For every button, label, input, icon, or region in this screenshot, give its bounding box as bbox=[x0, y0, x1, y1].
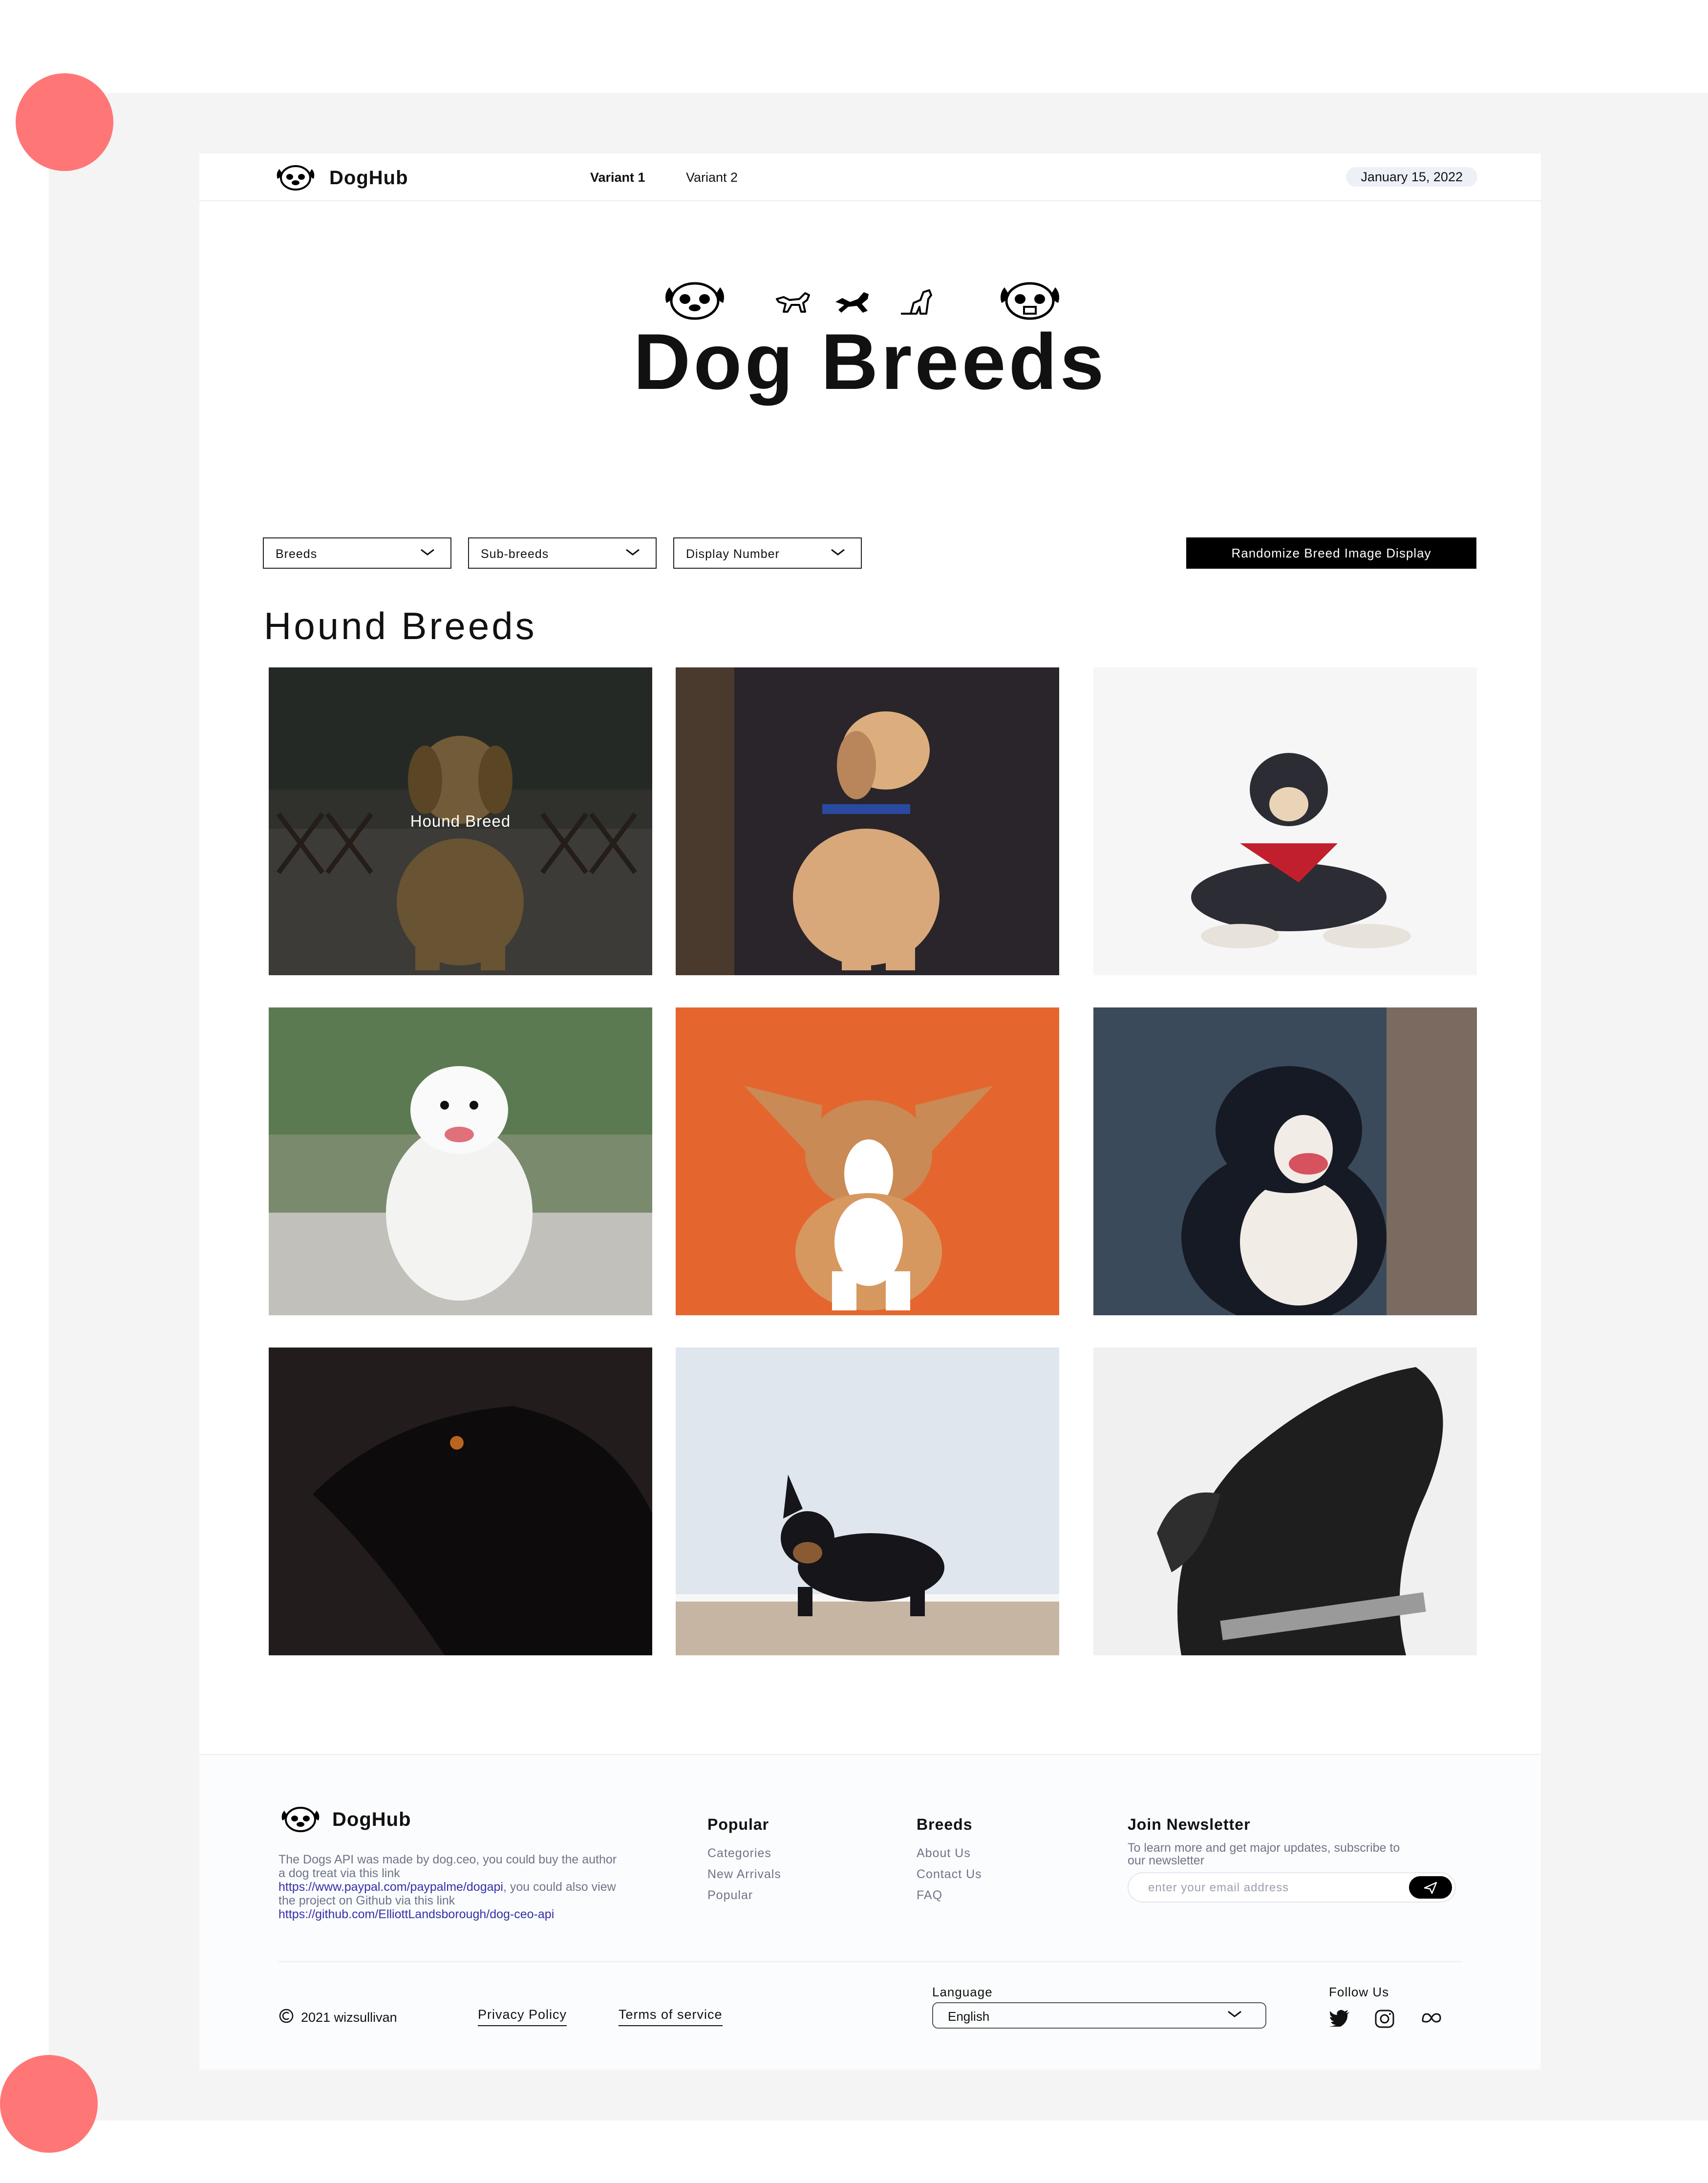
dog-photo-bandana-dog[interactable] bbox=[1093, 667, 1477, 975]
display-number-dropdown[interactable]: Display Number bbox=[673, 537, 862, 569]
language-label: Language bbox=[932, 1985, 993, 1999]
page-frame: DogHub Variant 1 Variant 2 January 15, 2… bbox=[199, 153, 1541, 2070]
github-link[interactable]: https://github.com/ElliottLandsborough/d… bbox=[278, 1907, 554, 1921]
newsletter-text: To learn more and get major updates, sub… bbox=[1128, 1841, 1400, 1867]
dog-photo-lab-puppy[interactable] bbox=[676, 667, 1059, 975]
footer-link-categories[interactable]: Categories bbox=[707, 1846, 781, 1861]
footer-breeds-column: Breeds About Us Contact Us FAQ bbox=[917, 1816, 982, 1909]
follow-us-label: Follow Us bbox=[1329, 1985, 1389, 1999]
dog-photo-corgi-puppy[interactable] bbox=[676, 1007, 1059, 1315]
sub-breeds-dropdown-label: Sub-breeds bbox=[481, 547, 549, 561]
twitter-icon[interactable] bbox=[1329, 2009, 1350, 2029]
newsletter-heading: Join Newsletter bbox=[1128, 1816, 1251, 1833]
chevron-down-icon bbox=[1226, 2008, 1243, 2023]
send-icon bbox=[1424, 1882, 1437, 1894]
meta-icon[interactable] bbox=[1421, 2009, 1442, 2029]
footer-link-faq[interactable]: FAQ bbox=[917, 1888, 982, 1903]
chevron-down-icon bbox=[419, 546, 436, 561]
page-title: Dog Breeds bbox=[633, 318, 1107, 406]
breeds-dropdown-label: Breeds bbox=[276, 547, 318, 561]
dog-photo-golden-puppy[interactable]: Hound Breed bbox=[269, 667, 652, 975]
decorative-circle bbox=[16, 73, 113, 171]
breeds-dropdown[interactable]: Breeds bbox=[263, 537, 451, 569]
sub-breeds-dropdown[interactable]: Sub-breeds bbox=[468, 537, 657, 569]
pug-face-icon bbox=[274, 162, 318, 194]
language-select[interactable]: English bbox=[932, 2002, 1266, 2029]
sitting-dog-icon bbox=[896, 285, 935, 319]
pug-face-icon bbox=[278, 1804, 322, 1836]
pug-face-icon bbox=[661, 278, 729, 324]
copyright-icon bbox=[278, 2008, 294, 2027]
top-nav-bar: DogHub Variant 1 Variant 2 January 15, 2… bbox=[199, 153, 1541, 201]
photo-hover-caption: Hound Breed bbox=[410, 812, 511, 830]
newsletter-send-button[interactable] bbox=[1409, 1876, 1452, 1899]
terms-of-service-link[interactable]: Terms of service bbox=[619, 2007, 723, 2026]
instagram-icon[interactable] bbox=[1374, 2009, 1395, 2031]
privacy-policy-link[interactable]: Privacy Policy bbox=[478, 2007, 567, 2026]
dog-photo-border-collie[interactable] bbox=[1093, 1007, 1477, 1315]
language-value: English bbox=[948, 2009, 990, 2024]
newsletter-email-input[interactable]: enter your email address bbox=[1128, 1872, 1456, 1903]
nav-variant-1[interactable]: Variant 1 bbox=[590, 170, 645, 185]
copyright-text: 2021 wizsullivan bbox=[301, 2010, 397, 2025]
pug-face-icon bbox=[996, 278, 1064, 324]
footer-brand-name: DogHub bbox=[332, 1809, 411, 1830]
footer-link-contact-us[interactable]: Contact Us bbox=[917, 1867, 982, 1882]
footer-link-popular[interactable]: Popular bbox=[707, 1888, 781, 1903]
date-badge: January 15, 2022 bbox=[1346, 167, 1477, 187]
nav-variant-2[interactable]: Variant 2 bbox=[686, 170, 738, 185]
footer-brand-logo[interactable]: DogHub bbox=[278, 1804, 411, 1836]
email-placeholder: enter your email address bbox=[1148, 1881, 1289, 1894]
dog-photo-black-dog[interactable] bbox=[269, 1348, 652, 1655]
footer-popular-column: Popular Categories New Arrivals Popular bbox=[707, 1816, 781, 1909]
footer-divider bbox=[278, 1961, 1463, 1962]
breeds-heading: Breeds bbox=[917, 1816, 973, 1833]
brand-name: DogHub bbox=[329, 167, 408, 189]
brand-logo[interactable]: DogHub bbox=[274, 162, 408, 194]
running-dog-icon bbox=[773, 287, 812, 319]
copyright: 2021 wizsullivan bbox=[278, 2008, 397, 2027]
section-title: Hound Breeds bbox=[264, 604, 537, 647]
leaping-dog-icon bbox=[833, 287, 872, 319]
dog-photo-samoyed[interactable] bbox=[269, 1007, 652, 1315]
randomize-button[interactable]: Randomize Breed Image Display bbox=[1186, 537, 1476, 569]
display-number-dropdown-label: Display Number bbox=[686, 547, 780, 561]
footer-newsletter-column: Join Newsletter To learn more and get ma… bbox=[1128, 1816, 1470, 1913]
chevron-down-icon bbox=[830, 546, 846, 561]
dog-photo-dachshund[interactable] bbox=[676, 1348, 1059, 1655]
paypal-link[interactable]: https://www.paypal.com/paypalme/dogapi bbox=[278, 1880, 503, 1894]
footer-link-new-arrivals[interactable]: New Arrivals bbox=[707, 1867, 781, 1882]
decorative-circle bbox=[0, 2055, 98, 2153]
about-text-part: The Dogs API was made by dog.ceo, you co… bbox=[278, 1853, 617, 1880]
chevron-down-icon bbox=[624, 546, 641, 561]
footer-about-text: The Dogs API was made by dog.ceo, you co… bbox=[278, 1853, 620, 1921]
footer: DogHub The Dogs API was made by dog.ceo,… bbox=[199, 1754, 1541, 2070]
dog-photo-bw-lab[interactable] bbox=[1093, 1348, 1477, 1655]
footer-link-about-us[interactable]: About Us bbox=[917, 1846, 982, 1861]
popular-heading: Popular bbox=[707, 1816, 769, 1833]
